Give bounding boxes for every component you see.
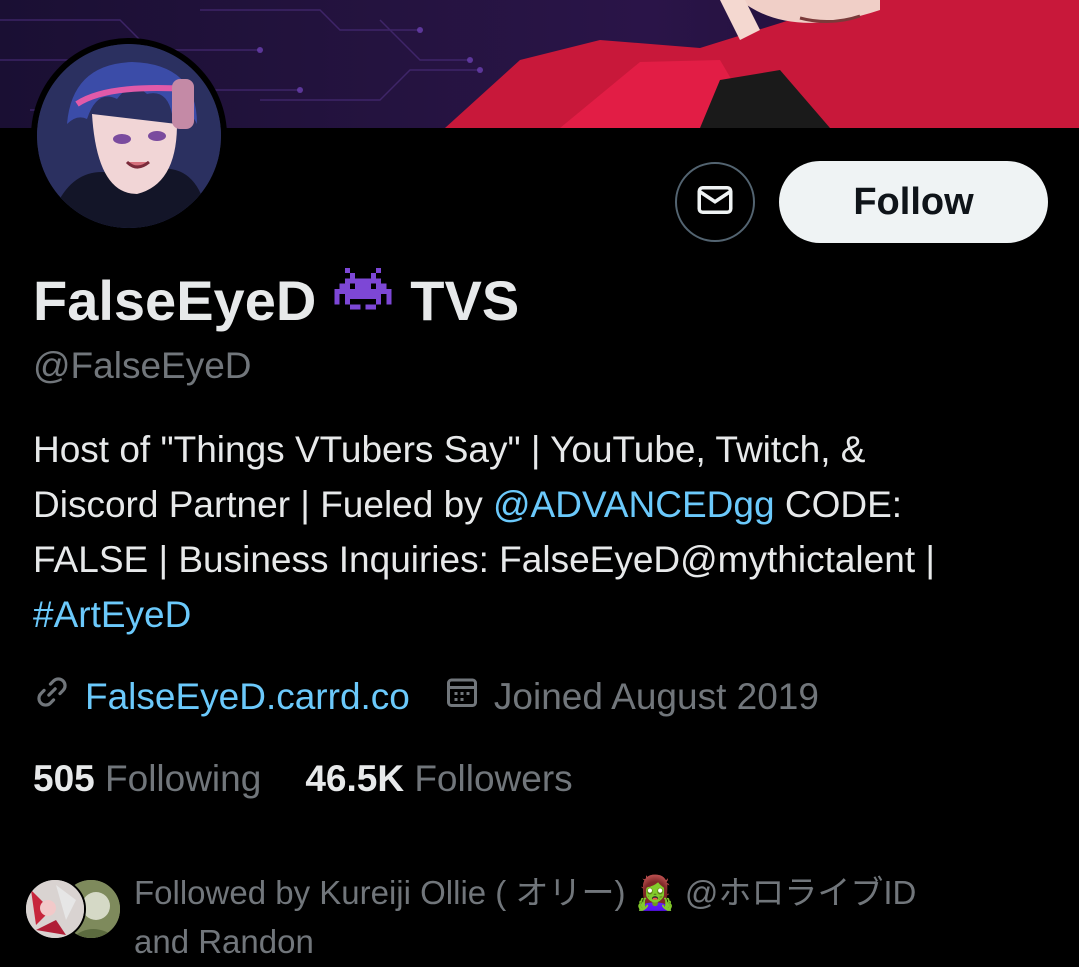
follow-stats: 505 Following 46.5K Followers [33, 758, 617, 800]
bio-line1: Host of "Things VTubers Say" | YouTube, … [33, 429, 866, 470]
display-name-text: FalseEyeD [33, 269, 317, 332]
follow-button[interactable]: Follow [779, 161, 1048, 243]
website-link[interactable]: FalseEyeD.carrd.co [85, 676, 410, 718]
envelope-icon [694, 179, 736, 226]
following-count: 505 [33, 758, 95, 799]
followers-count: 46.5K [305, 758, 405, 799]
profile-meta: FalseEyeD.carrd.co Joined August 2019 [33, 673, 819, 720]
bio-line2-a: Discord Partner | Fueled by [33, 484, 493, 525]
avatar[interactable] [31, 38, 227, 234]
mention-link[interactable]: @ADVANCEDgg [493, 484, 775, 525]
calendar-icon [444, 674, 480, 719]
follower-avatar [24, 878, 86, 940]
display-name-suffix: TVS [410, 269, 520, 332]
followers-label: Followers [414, 758, 573, 799]
joined-date: Joined August 2019 [493, 675, 819, 717]
following-link[interactable]: 505 Following [33, 758, 261, 800]
followed-by-line1: Followed by Kureiji Ollie ( オリー) 🧟‍♀️ @ホ… [134, 874, 917, 911]
bio-line2-b: CODE: [774, 484, 903, 525]
alien-monster-icon [334, 268, 392, 333]
following-label: Following [105, 758, 262, 799]
display-name: FalseEyeD TVS [33, 268, 519, 333]
followers-link[interactable]: 46.5K Followers [305, 758, 572, 800]
bio-line3: FALSE | Business Inquiries: FalseEyeD@my… [33, 539, 935, 580]
hashtag-link[interactable]: #ArtEyeD [33, 594, 191, 635]
avatar-image [37, 44, 221, 228]
followed-by-text: Followed by Kureiji Ollie ( オリー) 🧟‍♀️ @ホ… [134, 868, 1034, 966]
user-handle: @FalseEyeD [33, 345, 252, 386]
followed-by-line2: and Randon [134, 923, 314, 960]
link-icon [33, 673, 71, 720]
profile-bio: Host of "Things VTubers Say" | YouTube, … [33, 422, 1063, 642]
message-button[interactable] [675, 162, 755, 242]
